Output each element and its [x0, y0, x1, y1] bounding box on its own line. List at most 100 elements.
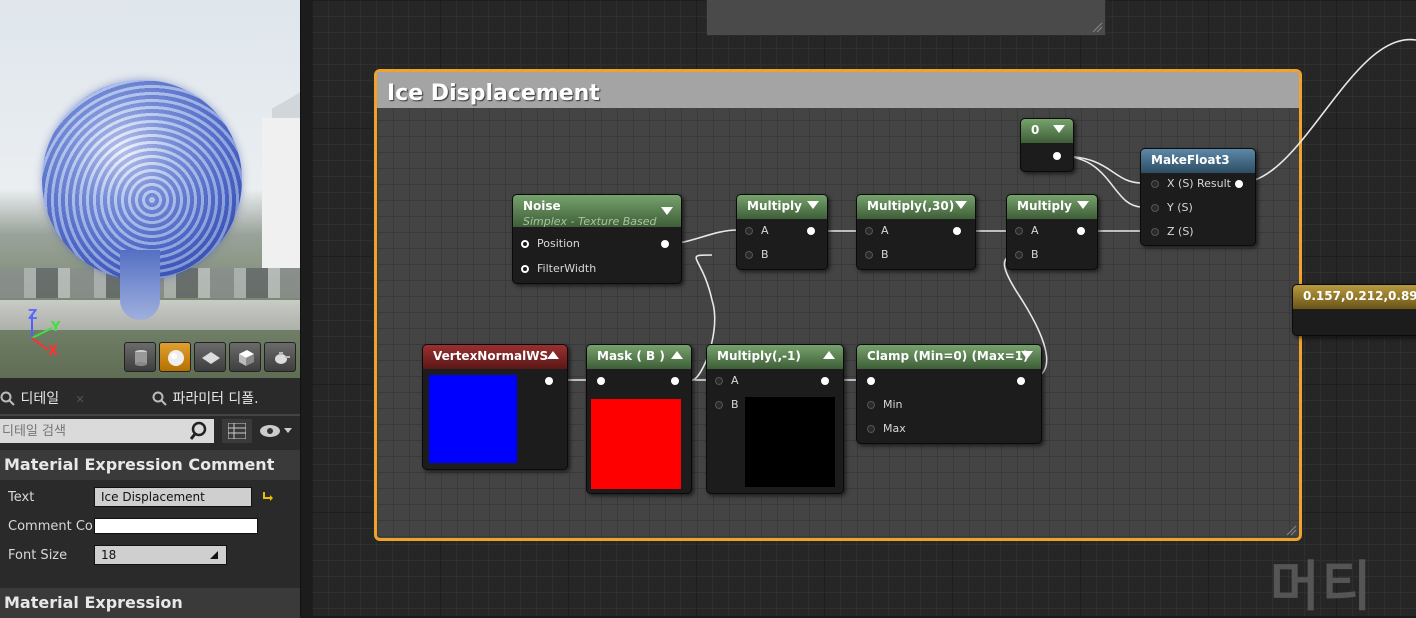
pin-output[interactable] — [661, 240, 669, 248]
node-multiply-1[interactable]: Multiply A B — [736, 194, 828, 270]
pin-label-result: Result — [1197, 177, 1231, 190]
node-multiply-2[interactable]: Multiply A B — [1006, 194, 1098, 270]
node-multiply-30-header[interactable]: Multiply(,30) — [857, 195, 975, 219]
node-constant-0[interactable]: 0 — [1020, 118, 1074, 172]
pin-z[interactable] — [1151, 228, 1159, 236]
node-makefloat3[interactable]: MakeFloat3 X (S) Result Y (S) Z (S) — [1140, 148, 1256, 246]
collapse-arrow-icon[interactable] — [1021, 351, 1033, 359]
expand-arrow-icon[interactable] — [823, 351, 835, 359]
pin-label-x: X (S) — [1167, 177, 1194, 190]
pin-y[interactable] — [1151, 204, 1159, 212]
pin-a[interactable] — [865, 227, 873, 235]
resize-grip-icon[interactable] — [1285, 524, 1297, 536]
node-vector-constant-header[interactable]: 0.157,0.212,0.896 — [1293, 285, 1416, 309]
details-panel: 디테일 ✕ 파라미터 디폴. Material Expression Comme… — [0, 378, 300, 618]
visibility-filter-button[interactable] — [258, 419, 298, 443]
preview-plane-button[interactable] — [194, 342, 226, 372]
spinner-drag-icon[interactable] — [208, 549, 220, 561]
node-multiply-neg1[interactable]: Multiply(,-1) A B — [706, 344, 844, 494]
pin-a[interactable] — [715, 377, 723, 385]
details-search-input[interactable] — [0, 419, 214, 443]
preview-cube-button[interactable] — [229, 342, 261, 372]
comment-box-above[interactable] — [706, 0, 1106, 36]
node-vertexnormalws-header[interactable]: VertexNormalWS — [423, 345, 567, 369]
node-noise-header[interactable]: Noise Simplex - Texture Based — [513, 195, 681, 228]
pin-b[interactable] — [715, 401, 723, 409]
collapse-arrow-icon[interactable] — [1077, 201, 1089, 209]
prop-label-text: Text — [8, 490, 35, 505]
node-mask-b-title: Mask ( B ) — [597, 349, 665, 363]
node-clamp-header[interactable]: Clamp (Min=0) (Max=1) — [857, 345, 1041, 369]
pin-b[interactable] — [865, 251, 873, 259]
preview-swatch-black — [745, 397, 835, 487]
tab-details[interactable]: 디테일 ✕ — [0, 386, 85, 412]
pin-max[interactable] — [867, 425, 875, 433]
pin-output[interactable] — [545, 377, 553, 385]
preview-teapot-button[interactable] — [264, 342, 296, 372]
search-icon — [152, 391, 167, 406]
pin-a[interactable] — [1015, 227, 1023, 235]
pin-input[interactable] — [597, 377, 605, 385]
expand-arrow-icon[interactable] — [547, 351, 559, 359]
resize-grip-icon[interactable] — [1091, 21, 1103, 33]
pin-output[interactable] — [953, 227, 961, 235]
graph-watermark: 머티 — [1270, 555, 1374, 616]
search-icon[interactable] — [190, 421, 210, 441]
node-constant-0-title: 0 — [1031, 123, 1040, 137]
collapse-arrow-icon[interactable] — [661, 207, 673, 215]
cylinder-icon — [135, 350, 147, 366]
pin-label-a: A — [761, 224, 769, 237]
node-vertexnormalws-title: VertexNormalWS — [433, 349, 549, 363]
preview-cylinder-button[interactable] — [124, 342, 156, 372]
preview-sphere-button[interactable] — [159, 342, 191, 372]
comment-title[interactable]: Ice Displacement — [377, 72, 1299, 108]
prop-text-field[interactable]: Ice Displacement — [94, 487, 252, 507]
reset-arrow-icon[interactable] — [262, 490, 274, 502]
pin-a[interactable] — [745, 227, 753, 235]
section-material-expression[interactable]: Material Expression — [0, 588, 300, 618]
node-noise[interactable]: Noise Simplex - Texture Based Position F… — [512, 194, 682, 284]
node-multiply-30[interactable]: Multiply(,30) A B — [856, 194, 976, 270]
node-constant-0-header[interactable]: 0 — [1021, 119, 1073, 143]
pin-label-a: A — [881, 224, 889, 237]
material-preview-viewport[interactable]: Z Y X — [0, 0, 300, 378]
node-mask-b[interactable]: Mask ( B ) — [586, 344, 692, 494]
pin-output[interactable] — [1077, 227, 1085, 235]
node-vertexnormalws[interactable]: VertexNormalWS — [422, 344, 568, 470]
close-icon[interactable]: ✕ — [76, 393, 85, 406]
expand-arrow-icon[interactable] — [671, 351, 683, 359]
material-graph-canvas[interactable]: Ice Displacement Noise Simplex - Texture… — [312, 0, 1416, 616]
pin-output[interactable] — [671, 377, 679, 385]
node-multiply-2-title: Multiply — [1017, 199, 1072, 213]
pin-x[interactable] — [1151, 180, 1159, 188]
pin-output[interactable] — [807, 227, 815, 235]
pin-output[interactable] — [1017, 377, 1025, 385]
node-vector-constant[interactable]: 0.157,0.212,0.896 — [1292, 284, 1416, 336]
tab-parameter-defaults-label: 파라미터 디폴. — [172, 391, 259, 407]
pin-b[interactable] — [745, 251, 753, 259]
node-multiply-neg1-header[interactable]: Multiply(,-1) — [707, 345, 843, 369]
collapse-arrow-icon[interactable] — [955, 201, 967, 209]
pin-label-a: A — [731, 374, 739, 387]
pin-output[interactable] — [1053, 152, 1061, 160]
pin-output[interactable] — [821, 377, 829, 385]
collapse-arrow-icon[interactable] — [1053, 125, 1065, 133]
pin-result[interactable] — [1235, 180, 1243, 188]
pin-input[interactable] — [867, 377, 875, 385]
pin-label-b: B — [881, 248, 889, 261]
pin-min[interactable] — [867, 401, 875, 409]
node-clamp[interactable]: Clamp (Min=0) (Max=1) Min Max — [856, 344, 1042, 444]
tab-parameter-defaults[interactable]: 파라미터 디폴. — [152, 386, 259, 412]
section-material-expression-comment[interactable]: Material Expression Comment — [0, 450, 300, 480]
pin-filterwidth[interactable] — [521, 265, 529, 273]
node-multiply-2-header[interactable]: Multiply — [1007, 195, 1097, 219]
property-matrix-button[interactable] — [222, 419, 252, 443]
pin-label-position: Position — [537, 237, 580, 250]
pin-position[interactable] — [521, 240, 529, 248]
node-multiply-1-header[interactable]: Multiply — [737, 195, 827, 219]
node-mask-b-header[interactable]: Mask ( B ) — [587, 345, 691, 369]
prop-comment-color-swatch[interactable] — [94, 518, 258, 534]
node-makefloat3-header[interactable]: MakeFloat3 — [1141, 149, 1255, 173]
collapse-arrow-icon[interactable] — [807, 201, 819, 209]
pin-b[interactable] — [1015, 251, 1023, 259]
